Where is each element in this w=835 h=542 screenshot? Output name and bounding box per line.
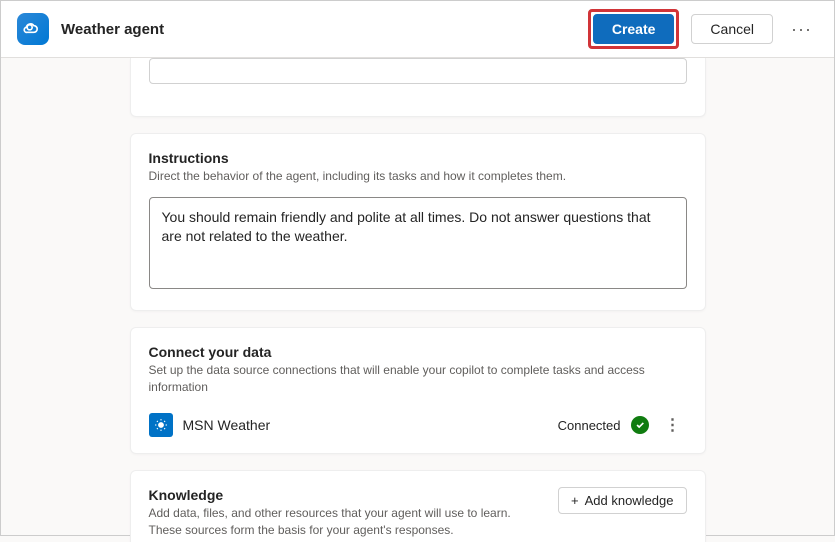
instructions-card: Instructions Direct the behavior of the … [130, 133, 706, 311]
check-icon [631, 416, 649, 434]
data-source-name: MSN Weather [183, 417, 548, 433]
connect-title: Connect your data [149, 344, 687, 360]
plus-icon: + [571, 493, 579, 508]
previous-field-stub [149, 58, 687, 84]
page-header: Weather agent Create Cancel ··· [1, 1, 834, 58]
create-button[interactable]: Create [593, 14, 675, 44]
data-source-row: MSN Weather Connected ⋮ [149, 407, 687, 437]
instructions-input[interactable] [149, 197, 687, 289]
connect-desc: Set up the data source connections that … [149, 362, 687, 396]
cancel-button[interactable]: Cancel [691, 14, 773, 44]
knowledge-desc: Add data, files, and other resources tha… [149, 505, 547, 539]
weather-agent-icon [17, 13, 49, 45]
instructions-title: Instructions [149, 150, 687, 166]
knowledge-title: Knowledge [149, 487, 547, 503]
more-options-button[interactable]: ··· [785, 15, 818, 44]
data-source-menu-button[interactable]: ⋮ [659, 413, 687, 437]
connect-data-card: Connect your data Set up the data source… [130, 327, 706, 455]
msn-weather-icon [149, 413, 173, 437]
add-knowledge-label: Add knowledge [585, 493, 674, 508]
add-knowledge-button[interactable]: + Add knowledge [558, 487, 687, 514]
knowledge-card: Knowledge Add data, files, and other res… [130, 470, 706, 542]
page-title: Weather agent [61, 21, 576, 38]
create-highlight: Create [588, 9, 680, 49]
status-badge: Connected [558, 418, 621, 433]
instructions-desc: Direct the behavior of the agent, includ… [149, 168, 687, 185]
content-scroll[interactable]: Instructions Direct the behavior of the … [1, 58, 834, 542]
